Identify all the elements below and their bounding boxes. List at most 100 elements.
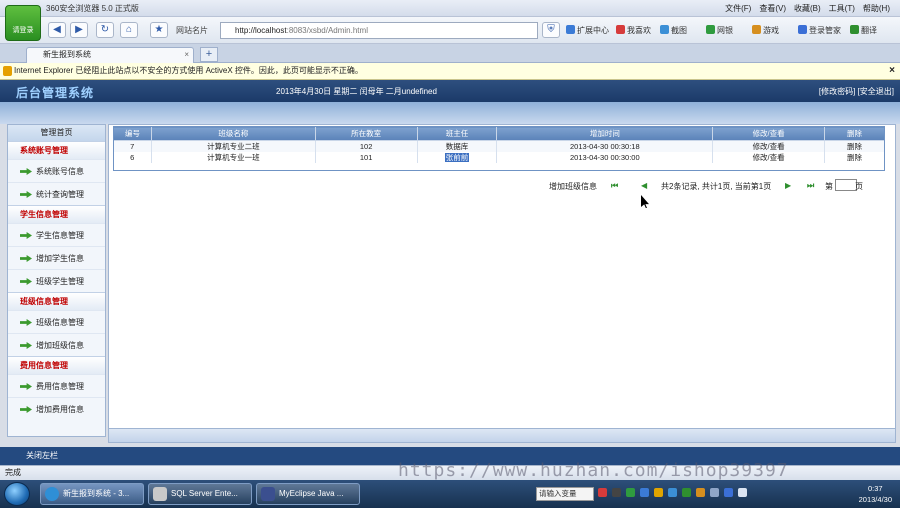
login-label: 请登录 [12, 27, 34, 34]
home-icon[interactable]: ⌂ [120, 22, 138, 38]
tab-title: 新生报到系统 [43, 50, 91, 59]
group-account[interactable]: 系统账号管理 [8, 141, 105, 159]
page-number-input[interactable] [835, 179, 857, 191]
task-browser[interactable]: 新生报到系统 - 3... [40, 483, 144, 505]
sidebar-item-add-fee[interactable]: 增加费用信息 [8, 397, 105, 420]
clock[interactable]: 0:37 2013/4/30 [859, 483, 892, 505]
tray-icon-3[interactable] [626, 488, 635, 497]
page-title: 后台管理系统 [16, 86, 95, 100]
go-suffix: 页 [855, 182, 863, 191]
pager-summary: 共2条记录, 共计1页, 当前第1页 [661, 182, 772, 191]
tool-like[interactable]: 我喜欢 [616, 25, 651, 36]
address-bar[interactable]: http://localhost:8083/xsbd/Admin.html [220, 22, 538, 39]
arrow-icon [20, 319, 32, 326]
forward-icon[interactable]: ▶ [70, 22, 88, 38]
header-links: [修改密码] [安全退出] [819, 86, 894, 97]
menu-view[interactable]: 查看(V) [759, 3, 786, 14]
login-manager-icon [798, 25, 807, 34]
bank-icon [706, 25, 715, 34]
infobar-text: Internet Explorer 已经阻止此站点以不安全的方式使用 Activ… [14, 66, 363, 75]
menu-tools[interactable]: 工具(T) [829, 3, 855, 14]
sql-server-icon [153, 487, 167, 501]
tray-icon-7[interactable] [682, 488, 691, 497]
sidebar: 管理首页 系统账号管理 系统账号信息 统计查询管理 学生信息管理 学生信息管理 … [7, 124, 106, 437]
sidebar-item-add-student[interactable]: 增加学生信息 [8, 246, 105, 269]
system-tray [598, 488, 836, 500]
menu-favorites[interactable]: 收藏(B) [794, 3, 821, 14]
sidebar-item-class-info[interactable]: 班级信息管理 [8, 310, 105, 333]
volume-icon[interactable] [738, 488, 747, 497]
sidebar-home[interactable]: 管理首页 [8, 125, 105, 141]
tray-icon-4[interactable] [640, 488, 649, 497]
account-links[interactable]: [修改密码] [安全退出] [819, 87, 894, 96]
tool-extensions[interactable]: 扩展中心 [566, 25, 609, 36]
browser-logo[interactable]: 请登录 [5, 5, 41, 41]
main-footer [109, 428, 895, 442]
task-myeclipse[interactable]: MyEclipse Java ... [256, 483, 360, 505]
pager: 增加班级信息 ⏮ ◀ 共2条记录, 共计1页, 当前第1页 ▶ ⏭ 第 页 [549, 179, 889, 195]
sidebar-item-class-student[interactable]: 班级学生管理 [8, 269, 105, 292]
star-icon[interactable]: ★ [150, 22, 168, 38]
tab-active[interactable]: 新生报到系统 × [26, 47, 194, 63]
navigation-bar: ◀ ▶ ↻ ⌂ ★ 网站名片 http://localhost:8083/xsb… [0, 17, 900, 44]
close-left-label: 关闭左栏 [26, 451, 58, 460]
sidebar-item-student-info[interactable]: 学生信息管理 [8, 223, 105, 246]
add-class-link[interactable]: 增加班级信息 [549, 181, 597, 192]
prev-page-icon[interactable]: ◀ [641, 181, 647, 190]
menu-file[interactable]: 文件(F) [725, 3, 751, 14]
sidebar-item-fee-info[interactable]: 费用信息管理 [8, 374, 105, 397]
arrow-icon [20, 168, 32, 175]
first-page-icon[interactable]: ⏮ [611, 181, 618, 191]
tool-login-manager[interactable]: 登录管家 [798, 25, 841, 36]
tool-screenshot[interactable]: 截图 [660, 25, 687, 36]
start-button[interactable] [4, 482, 30, 506]
refresh-icon[interactable]: ↻ [96, 22, 114, 38]
warning-shield-icon [3, 66, 12, 76]
clock-date: 2013/4/30 [858, 495, 892, 504]
screenshot-icon [660, 25, 669, 34]
arrow-icon [20, 383, 32, 390]
tool-translate[interactable]: 翻译 [850, 25, 877, 36]
menu-help[interactable]: 帮助(H) [863, 3, 890, 14]
tool-bank[interactable]: 网银 [706, 25, 733, 36]
header-date: 2013年4月30日 星期二 闰母年 二月undefined [276, 87, 437, 96]
group-class[interactable]: 班级信息管理 [8, 292, 105, 310]
arrow-icon [20, 255, 32, 262]
status-bar: 完成 https://www.huzhan.com/ishop39397 [0, 460, 900, 481]
sidebar-item-add-class[interactable]: 增加班级信息 [8, 333, 105, 356]
address-path: :8083/xsbd/Admin.html [286, 26, 368, 35]
sidebar-item-stats[interactable]: 统计查询管理 [8, 182, 105, 205]
address-host: http://localhost [235, 26, 287, 35]
back-icon[interactable]: ◀ [48, 22, 66, 38]
watermark: https://www.huzhan.com/ishop39397 [398, 460, 789, 481]
group-fee[interactable]: 费用信息管理 [8, 356, 105, 374]
task-sql-server[interactable]: SQL Server Ente... [148, 483, 252, 505]
activex-infobar[interactable]: Internet Explorer 已经阻止此站点以不安全的方式使用 Activ… [0, 63, 900, 80]
tray-icon-6[interactable] [668, 488, 677, 497]
browser-title-bar: 360安全浏览器 5.0 正式版 文件(F) 查看(V) 收藏(B) 工具(T)… [0, 0, 900, 17]
site-card-label[interactable]: 网站名片 [176, 25, 208, 36]
tray-icon-1[interactable] [598, 488, 607, 497]
close-infobar-icon[interactable]: × [889, 63, 895, 79]
translate-icon [850, 25, 859, 34]
go-prefix: 第 [825, 182, 833, 191]
tray-icon-9[interactable] [710, 488, 719, 497]
clock-time: 0:37 [868, 484, 883, 493]
tray-icon-2[interactable] [612, 488, 621, 497]
tool-games[interactable]: 游戏 [752, 25, 779, 36]
ime-bar[interactable]: 请输入变量 [536, 487, 594, 501]
close-tab-icon[interactable]: × [184, 48, 189, 62]
tray-icon-5[interactable] [654, 488, 663, 497]
last-page-icon[interactable]: ⏭ [807, 181, 814, 191]
new-tab-icon[interactable]: + [200, 47, 218, 62]
sidebar-item-account-info[interactable]: 系统账号信息 [8, 159, 105, 182]
shield-icon[interactable]: ⛨ [542, 22, 560, 38]
next-page-icon[interactable]: ▶ [785, 181, 791, 190]
tray-icon-8[interactable] [696, 488, 705, 497]
group-student[interactable]: 学生信息管理 [8, 205, 105, 223]
arrow-icon [20, 278, 32, 285]
extensions-icon [566, 25, 575, 34]
arrow-icon [20, 406, 32, 413]
ie-icon [45, 487, 59, 501]
tray-icon-10[interactable] [724, 488, 733, 497]
